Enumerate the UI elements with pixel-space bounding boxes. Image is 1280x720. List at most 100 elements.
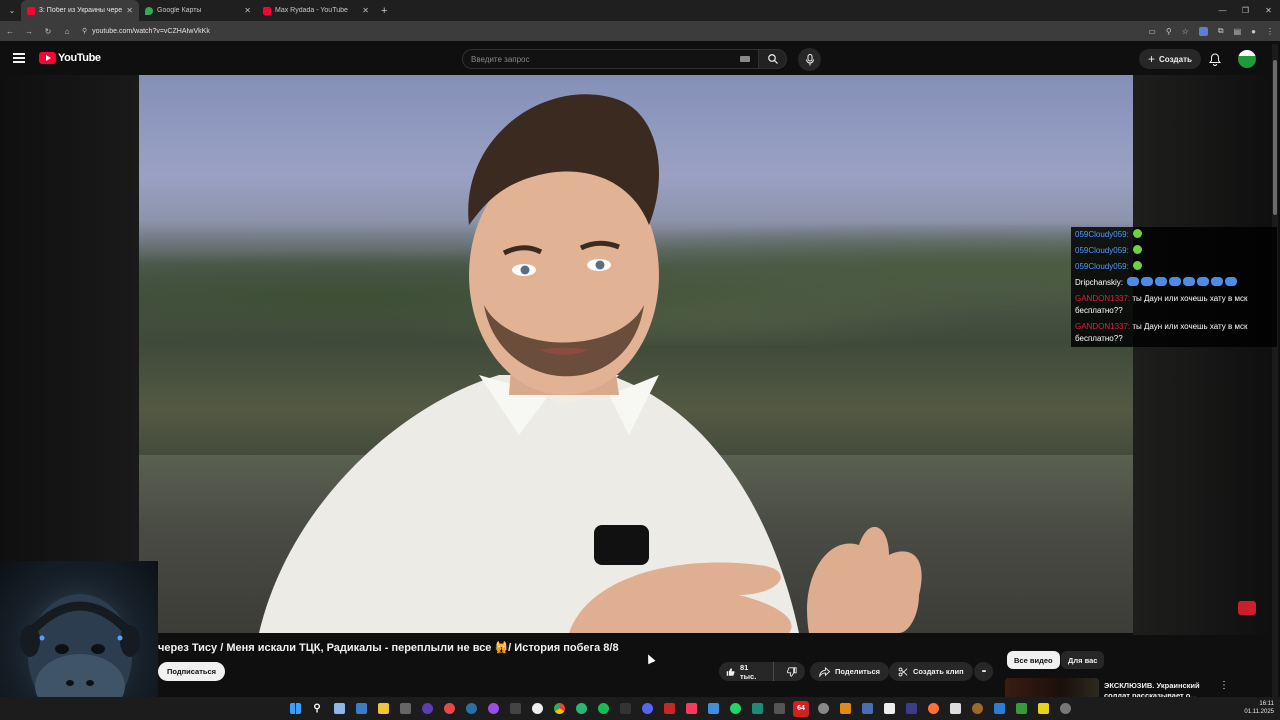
account-avatar[interactable] [1238,50,1256,68]
voice-search-button[interactable] [798,48,821,71]
tab-title: 3: Побег из Украины через Т... [39,7,122,14]
close-window-icon[interactable]: ✕ [1257,0,1280,21]
share-button[interactable]: Поделиться [810,662,890,681]
browser-tab-channel[interactable]: Max Rydada - YouTube ✕ [257,0,375,21]
tab-search-chevron-icon[interactable]: ⌄ [3,2,21,20]
translate-extension-icon[interactable] [1198,26,1208,36]
chat-message: 059Cloudy059: [1071,227,1277,243]
terminal-icon[interactable] [397,701,413,717]
thumbs-up-icon [726,667,735,676]
url-text: youtube.com/watch?v=vCZHAIwVkKk [92,27,210,35]
site-info-icon[interactable]: ⚲ [82,27,87,35]
chat-message: 059Cloudy059: [1071,243,1277,259]
store-icon[interactable] [705,701,721,717]
chip-for-you[interactable]: Для вас [1061,651,1105,669]
browser-tab-active[interactable]: 3: Побег из Украины через Т... ✕ [21,0,139,21]
tab-close-icon[interactable]: ✕ [244,6,251,15]
video-player[interactable] [139,75,1133,633]
forward-icon[interactable]: → [25,27,33,36]
vpn-icon[interactable] [859,701,875,717]
back-icon[interactable]: ← [6,27,14,36]
app-orange-icon[interactable] [837,701,853,717]
taskbar-search-icon[interactable]: ⚲ [309,701,325,717]
address-field[interactable]: ⚲ youtube.com/watch?v=vCZHAIwVkKk [82,27,210,36]
app-yellow-icon[interactable] [1035,701,1051,717]
chat-message: GANDON1337: ты Даун или хочешь хату в мс… [1071,291,1277,319]
youtube-logo[interactable]: YouTube [39,52,101,64]
blue-emote-icon [1197,277,1210,286]
notifications-button[interactable] [1208,52,1222,66]
pepe-emote-icon [1133,245,1143,254]
yandex-icon[interactable] [529,701,545,717]
vscode-icon[interactable] [991,701,1007,717]
app-purple-icon[interactable] [485,701,501,717]
spotify-icon[interactable] [595,701,611,717]
page-scrollbar-thumb[interactable] [1273,60,1277,215]
app-teal-icon[interactable] [749,701,765,717]
cast-icon[interactable]: ▤ [1234,27,1242,36]
like-button[interactable]: 81 тыс. [719,662,774,681]
notepad-icon[interactable] [947,701,963,717]
system-clock[interactable]: 16:11 01.11.2025 [1244,700,1274,716]
tab-close-icon[interactable]: ✕ [362,6,369,15]
steam-icon[interactable] [463,701,479,717]
guide-menu-icon[interactable] [13,53,25,63]
app-brown-icon[interactable] [969,701,985,717]
new-tab-icon[interactable]: + [381,5,387,17]
app-green-icon[interactable] [573,701,589,717]
thumbs-down-icon [787,666,797,677]
extensions-puzzle-icon[interactable]: ⧉ [1218,26,1224,36]
calculator-icon[interactable] [507,701,523,717]
windows-start-icon[interactable] [287,701,303,717]
minimize-icon[interactable]: — [1211,0,1234,21]
more-actions-button[interactable]: ••• [974,662,993,681]
zoom-icon[interactable]: ⚲ [1166,27,1172,36]
app-64-icon[interactable]: 64 [793,700,809,717]
xbox-icon[interactable] [1013,701,1029,717]
music-icon[interactable] [683,701,699,717]
settings-icon[interactable] [1057,701,1073,717]
chip-all-videos[interactable]: Все видео [1007,651,1060,669]
clock-time: 16:11 [1259,701,1274,707]
task-view-icon[interactable] [331,701,347,717]
discord-icon[interactable] [639,701,655,717]
search-icon [767,54,778,64]
keyboard-icon[interactable] [740,56,750,62]
profile-icon[interactable]: ● [1251,27,1256,36]
dislike-button[interactable] [779,666,805,677]
browser-app-icon[interactable] [441,701,457,717]
install-app-icon[interactable]: ▭ [1148,27,1156,36]
recommendation-menu-icon[interactable]: ⋮ [1219,680,1229,691]
browser-tab-maps[interactable]: Google Карты ✕ [139,0,257,21]
search-button[interactable] [759,49,787,69]
app-red-icon[interactable] [661,701,677,717]
create-clip-button[interactable]: Создать клип [889,662,973,681]
whatsapp-icon[interactable] [727,701,743,717]
youtube-play-logo-icon [39,52,56,64]
app-dark-icon[interactable] [617,701,633,717]
youtube-masthead: YouTube + Создать [0,41,1280,76]
epic-icon[interactable] [881,701,897,717]
app-monitor-icon[interactable] [771,701,787,717]
gauge-icon[interactable] [815,701,831,717]
obs-icon[interactable] [419,701,435,717]
ambient-right [1133,75,1272,635]
bookmark-star-icon[interactable]: ☆ [1182,27,1189,36]
chrome-icon[interactable] [551,701,567,717]
reload-icon[interactable]: ↻ [44,27,52,36]
browser-tab-strip: ⌄ 3: Побег из Украины через Т... ✕ Googl… [0,0,1280,21]
maximize-icon[interactable]: ❐ [1234,0,1257,21]
search-input[interactable] [471,54,740,64]
create-button[interactable]: + Создать [1139,49,1201,69]
home-icon[interactable]: ⌂ [63,27,71,36]
blue-emote-icon [1127,277,1140,286]
subscribe-button[interactable]: Подписаться [158,662,226,681]
firefox-icon[interactable] [925,701,941,717]
file-explorer-icon[interactable] [375,701,391,717]
widgets-icon[interactable] [353,701,369,717]
tab-close-icon[interactable]: ✕ [126,6,133,15]
like-count: 81 тыс. [739,662,757,681]
browser-menu-icon[interactable]: ⋮ [1266,27,1274,36]
grid-app-icon[interactable] [903,701,919,717]
miniplayer-icon[interactable] [1238,601,1256,615]
